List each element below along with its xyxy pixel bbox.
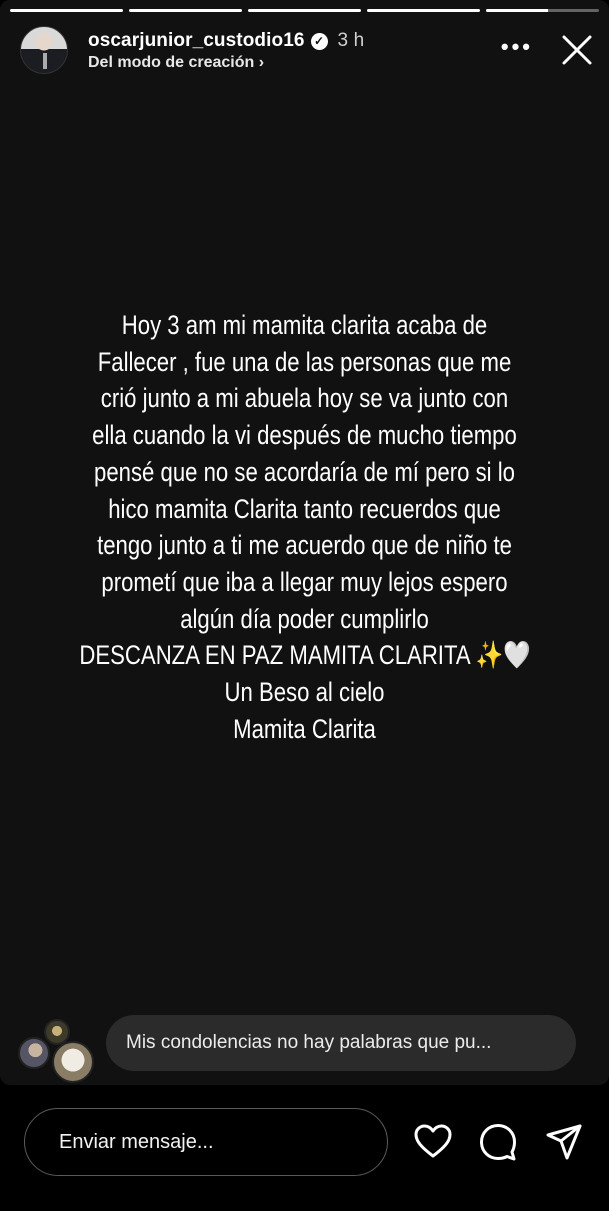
username-row[interactable]: oscarjunior_custodio16 ✓ 3 h xyxy=(88,30,364,52)
heart-icon[interactable] xyxy=(413,1122,453,1162)
caption-line: Un Beso al cielo xyxy=(224,677,385,708)
more-options-icon[interactable]: ••• xyxy=(501,34,533,60)
username[interactable]: oscarjunior_custodio16 xyxy=(88,30,305,51)
creation-mode-link[interactable]: Del modo de creación › xyxy=(88,54,264,72)
story-caption: Hoy 3 am mi mamita clarita acaba de Fall… xyxy=(79,307,531,747)
reply-preview-bubble[interactable]: Mis condolencias no hay palabras que pu.… xyxy=(106,1015,576,1071)
progress-fill xyxy=(486,9,549,12)
progress-fill xyxy=(248,9,361,12)
avatar-detail xyxy=(43,53,47,69)
reply-preview-row[interactable]: Mis condolencias no hay palabras que pu.… xyxy=(0,1015,609,1083)
caption-line: Fallecer , fue una de las personas que m… xyxy=(97,346,512,377)
progress-fill xyxy=(10,9,123,12)
progress-segment xyxy=(129,9,242,12)
caption-line: hico mamita Clarita tanto recuerdos que xyxy=(108,493,501,524)
send-message-input[interactable] xyxy=(24,1108,388,1176)
caption-line: Hoy 3 am mi mamita clarita acaba de xyxy=(121,310,488,340)
caption-line: algún día poder cumplirlo xyxy=(180,603,429,634)
story-header: oscarjunior_custodio16 ✓ 3 h Del modo de c… xyxy=(20,26,593,78)
comment-icon[interactable] xyxy=(478,1122,518,1162)
caption-line: prometí que iba a llegar muy lejos esper… xyxy=(101,566,508,597)
progress-fill xyxy=(367,9,480,12)
caption-line: DESCANZA EN PAZ MAMITA CLARITA ✨🤍 xyxy=(79,640,531,671)
story-progress-bar xyxy=(10,9,599,13)
progress-segment xyxy=(486,9,599,12)
avatar[interactable] xyxy=(20,26,68,74)
progress-fill xyxy=(129,9,242,12)
story-footer xyxy=(0,1100,609,1190)
caption-line: tengo junto a ti me acuerdo que de niño … xyxy=(97,530,512,561)
replier-avatar xyxy=(18,1037,50,1069)
caption-line: ella cuando la vi después de mucho tiemp… xyxy=(92,420,517,451)
time-ago: 3 h xyxy=(337,30,365,51)
replier-avatar xyxy=(52,1041,94,1083)
verified-badge-icon: ✓ xyxy=(310,33,328,50)
progress-segment xyxy=(10,9,123,12)
progress-segment xyxy=(248,9,361,12)
caption-line: crió junto a mi abuela hoy se va junto c… xyxy=(100,383,509,414)
caption-line: pensé que no se acordaría de mí pero si … xyxy=(94,456,515,487)
progress-segment xyxy=(367,9,480,12)
caption-line: Mamita Clarita xyxy=(233,713,376,744)
send-icon[interactable] xyxy=(544,1122,584,1162)
story-canvas[interactable]: oscarjunior_custodio16 ✓ 3 h Del modo de c… xyxy=(0,0,609,1085)
close-icon[interactable] xyxy=(561,34,593,66)
